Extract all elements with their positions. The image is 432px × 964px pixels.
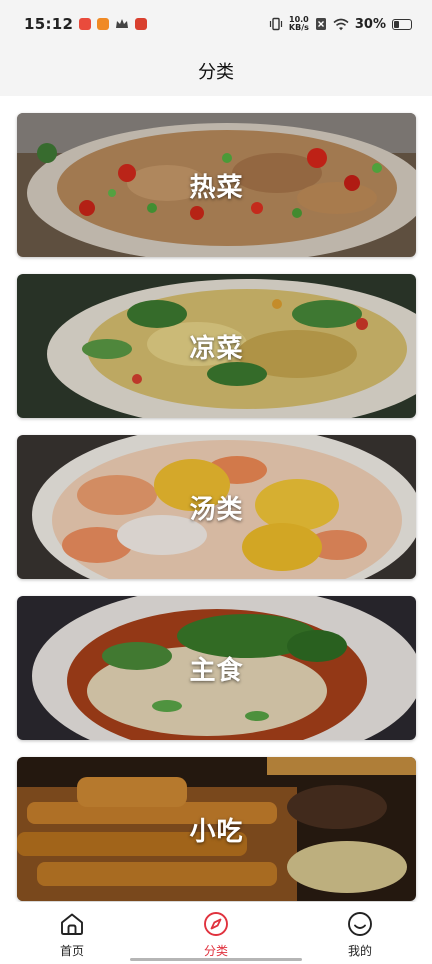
page-header: 分类 — [0, 48, 432, 94]
net-speed-unit: KB/s — [288, 23, 309, 32]
category-title: 主食 — [189, 655, 244, 686]
net-speed: 10.0 KB/s — [289, 16, 309, 32]
nav-label: 分类 — [203, 944, 228, 958]
wifi-icon — [333, 18, 349, 30]
category-title: 小吃 — [189, 816, 244, 847]
nav-item-home[interactable]: 首页 — [22, 902, 122, 959]
home-indicator[interactable] — [130, 958, 302, 961]
notification-app-icon — [135, 18, 148, 30]
bottom-nav: 首页 分类 我的 — [0, 902, 432, 964]
category-list: 热菜 凉菜 汤类 主食 小吃 — [0, 96, 432, 902]
category-title: 凉菜 — [189, 333, 244, 364]
status-bar: 15:12 10.0 KB/s 30% — [0, 0, 432, 48]
nav-label: 我的 — [347, 944, 372, 958]
home-icon — [61, 913, 83, 935]
page-title: 分类 — [198, 62, 234, 83]
category-card-soups[interactable]: 汤类 — [17, 435, 416, 579]
battery-icon — [392, 18, 412, 30]
nav-label: 首页 — [59, 944, 84, 958]
compass-icon — [204, 912, 228, 936]
vibrate-icon — [269, 17, 282, 31]
battery-percent: 30% — [354, 16, 386, 32]
status-left: 15:12 — [24, 15, 148, 33]
status-right: 10.0 KB/s 30% — [269, 16, 412, 32]
nav-item-profile[interactable]: 我的 — [310, 902, 410, 959]
category-card-staple-food[interactable]: 主食 — [17, 596, 416, 740]
sim-off-icon — [315, 18, 326, 30]
smile-icon — [348, 912, 372, 936]
crown-icon — [116, 19, 129, 28]
category-card-cold-dishes[interactable]: 凉菜 — [17, 274, 416, 418]
nav-item-category[interactable]: 分类 — [166, 902, 266, 959]
notification-app-icon — [79, 18, 92, 30]
status-time: 15:12 — [24, 15, 74, 33]
category-card-snacks[interactable]: 小吃 — [17, 757, 416, 901]
category-card-hot-dishes[interactable]: 热菜 — [17, 113, 416, 257]
notification-app-icon — [97, 18, 110, 30]
category-title: 热菜 — [189, 172, 244, 203]
category-title: 汤类 — [189, 494, 244, 525]
